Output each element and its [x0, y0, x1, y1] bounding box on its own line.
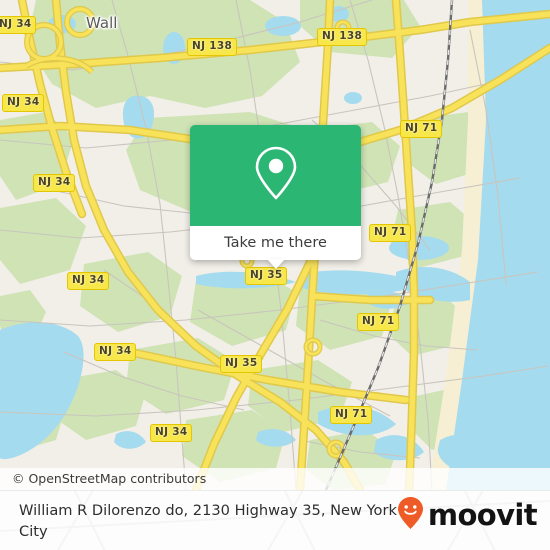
road-shield: NJ 71 — [369, 224, 412, 242]
map-screenshot: Wall NJ 34 NJ 138 NJ 138 NJ 34 NJ 71 NJ … — [0, 0, 550, 550]
road-shield: NJ 34 — [150, 424, 193, 442]
moovit-logo: moovit — [396, 496, 538, 535]
map-canvas[interactable]: Wall NJ 34 NJ 138 NJ 138 NJ 34 NJ 71 NJ … — [0, 0, 550, 490]
road-shield: NJ 71 — [400, 120, 443, 138]
road-shield: NJ 34 — [0, 16, 37, 34]
popup-pin-area — [190, 125, 361, 226]
road-shield: NJ 138 — [317, 28, 368, 46]
road-shield: NJ 35 — [245, 267, 288, 285]
moovit-pin-smiley-icon — [396, 496, 425, 535]
take-me-there-button[interactable]: Take me there — [190, 226, 361, 260]
road-shield: NJ 138 — [187, 38, 238, 56]
popup-pointer-tail — [266, 259, 285, 269]
road-shield: NJ 34 — [2, 94, 45, 112]
road-shield: NJ 71 — [330, 406, 373, 424]
osm-attribution: © OpenStreetMap contributors — [0, 468, 550, 490]
road-shield: NJ 34 — [94, 343, 137, 361]
moovit-wordmark: moovit — [427, 497, 538, 532]
place-label-wall: Wall — [86, 14, 118, 32]
road-shield: NJ 34 — [67, 272, 110, 290]
road-shield: NJ 35 — [220, 355, 263, 373]
map-pin-icon — [250, 143, 302, 208]
destination-popup-card[interactable]: Take me there — [190, 125, 361, 269]
location-title: William R Dilorenzo do, 2130 Highway 35,… — [19, 502, 397, 540]
road-shield: NJ 71 — [357, 313, 400, 331]
road-shield: NJ 34 — [33, 174, 76, 192]
